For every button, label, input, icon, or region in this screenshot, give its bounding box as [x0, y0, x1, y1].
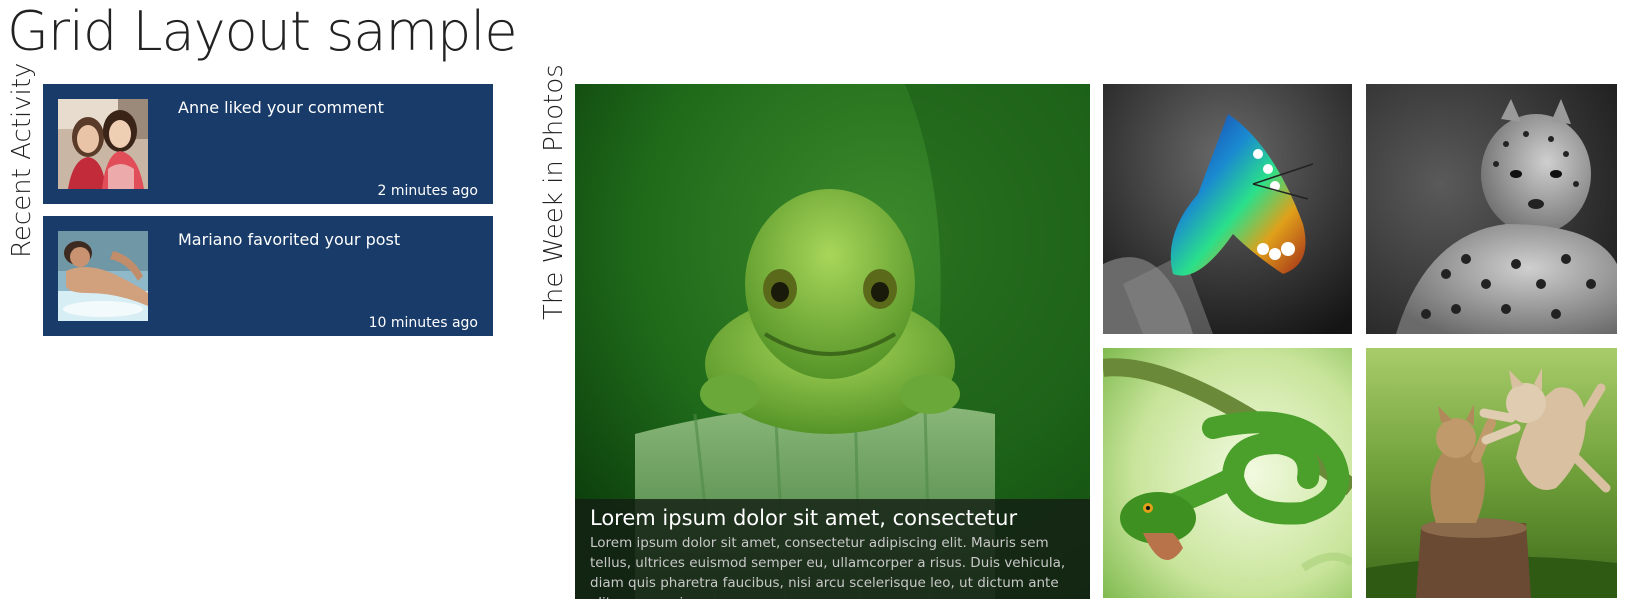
featured-photo[interactable]: Lorem ipsum dolor sit amet, consectetur … — [575, 84, 1090, 599]
avatar — [58, 231, 148, 321]
photo-tile[interactable] — [1366, 84, 1617, 334]
featured-caption: Lorem ipsum dolor sit amet, consectetur … — [575, 499, 1090, 599]
green-snake-photo-icon — [1103, 348, 1352, 598]
photos-heading: The Week in Photos — [539, 64, 569, 320]
two-women-photo-icon — [58, 99, 148, 189]
activity-time: 2 minutes ago — [377, 183, 478, 199]
leopard-photo-icon — [1366, 84, 1617, 334]
caption-body: Lorem ipsum dolor sit amet, consectetur … — [590, 535, 1066, 599]
avatar — [58, 99, 148, 189]
photo-tile[interactable] — [1366, 348, 1617, 598]
photo-tile[interactable] — [1103, 348, 1352, 598]
man-in-pool-photo-icon — [58, 231, 148, 321]
activity-item[interactable]: Anne liked your comment 2 minutes ago — [43, 84, 493, 204]
recent-activity-heading: Recent Activity — [7, 62, 37, 258]
activity-message: Mariano favorited your post — [178, 230, 401, 249]
activity-message: Anne liked your comment — [178, 98, 384, 117]
activity-time: 10 minutes ago — [368, 315, 478, 331]
activity-item[interactable]: Mariano favorited your post 10 minutes a… — [43, 216, 493, 336]
caption-title: Lorem ipsum dolor sit amet, consectetur — [590, 506, 1018, 530]
butterfly-photo-icon — [1103, 84, 1352, 334]
kittens-photo-icon — [1366, 348, 1617, 598]
photo-tile[interactable] — [1103, 84, 1352, 334]
page-title: Grid Layout sample — [7, 0, 518, 63]
